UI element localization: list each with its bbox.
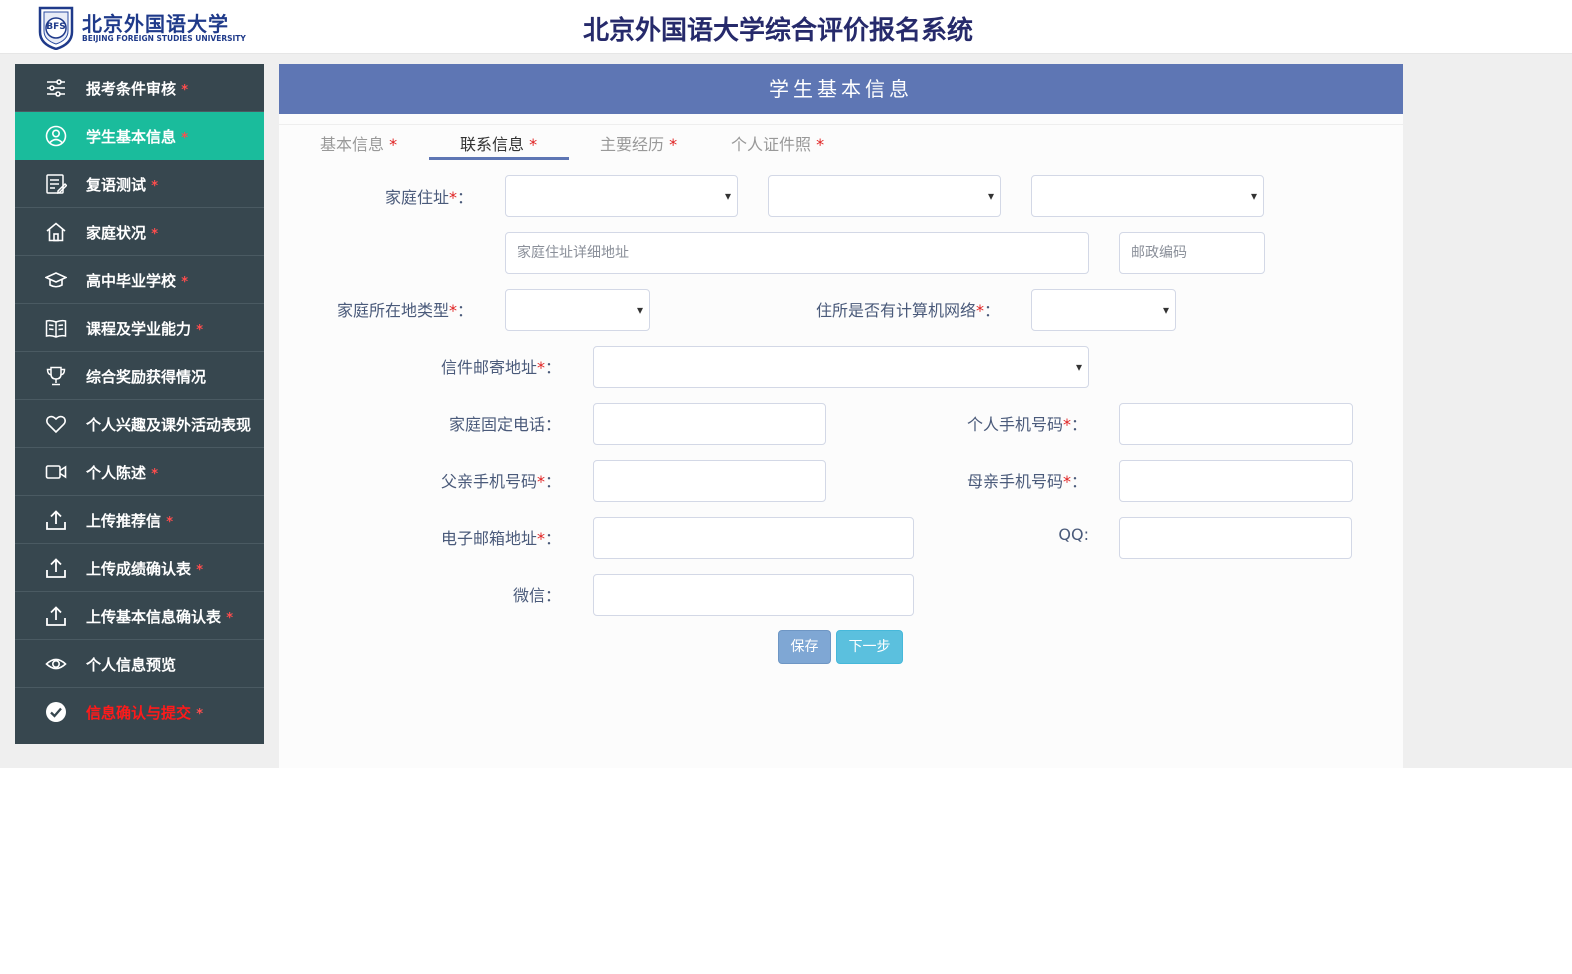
sidebar-item-confirm-submit[interactable]: 信息确认与提交 * (15, 688, 264, 736)
sidebar-item-label: 上传推荐信 * (86, 512, 174, 530)
father-mobile-input[interactable] (593, 460, 826, 502)
home-phone-label: 家庭固定电话： (448, 415, 561, 434)
university-logo[interactable]: BFS 北京外国语大学 BEIJING FOREIGN STUDIES UNIV… (36, 6, 246, 50)
sidebar-item-label: 上传成绩确认表 * (86, 560, 204, 578)
check-circle-icon (46, 702, 66, 722)
logo-english-name: BEIJING FOREIGN STUDIES UNIVERSITY (82, 34, 246, 43)
book-icon (45, 319, 67, 338)
sidebar-item-label: 上传基本信息确认表 * (86, 608, 234, 626)
area-type-select[interactable] (505, 289, 650, 331)
sidebar-item-label: 报考条件审核 * (86, 80, 189, 98)
upload-icon (46, 606, 66, 626)
sidebar-item-label: 个人信息预览 (86, 656, 177, 674)
form-tabs: 基本信息 * 联系信息 * 主要经历 * 个人证件照 * (279, 124, 1403, 162)
mother-mobile-input[interactable] (1119, 460, 1353, 502)
mobile-input[interactable] (1119, 403, 1353, 445)
sidebar-item-label: 个人兴趣及课外活动表现 (86, 416, 252, 434)
home-phone-input[interactable] (593, 403, 826, 445)
sidebar-item-awards[interactable]: 综合奖励获得情况 (15, 352, 264, 400)
home-icon (46, 222, 66, 242)
email-label: 电子邮箱地址*： (440, 529, 561, 548)
sidebar-item-language-test[interactable]: 复语测试 * (15, 160, 264, 208)
app-root: BFS 北京外国语大学 BEIJING FOREIGN STUDIES UNIV… (0, 0, 1572, 974)
sidebar-item-label: 综合奖励获得情况 (86, 368, 207, 386)
logo-chinese-name: 北京外国语大学 (82, 12, 229, 36)
sidebar-item-courses-ability[interactable]: 课程及学业能力 * (15, 304, 264, 352)
email-input[interactable] (593, 517, 914, 559)
province-select[interactable] (505, 175, 738, 217)
sidebar-nav: 报考条件审核 * 学生基本信息 * 复语测试 * 家庭状况 * 高中毕业学校 *… (15, 64, 264, 744)
sidebar-item-family-status[interactable]: 家庭状况 * (15, 208, 264, 256)
next-step-button[interactable]: 下一步 (836, 630, 903, 664)
main-panel: 学生基本信息 基本信息 * 联系信息 * 主要经历 * 个人证件照 * 家庭住址… (279, 64, 1403, 768)
tab-id-photo[interactable]: 个人证件照 * (731, 131, 824, 155)
sliders-icon (47, 79, 65, 97)
upload-icon (46, 558, 66, 578)
sidebar-item-personal-statement[interactable]: 个人陈述 * (15, 448, 264, 496)
sidebar-item-upload-info-confirmation[interactable]: 上传基本信息确认表 * (15, 592, 264, 640)
sidebar-item-high-school[interactable]: 高中毕业学校 * (15, 256, 264, 304)
mail-address-label: 信件邮寄地址*： (440, 358, 561, 377)
mobile-label: 个人手机号码*： (966, 415, 1087, 434)
qq-label: QQ: (1058, 525, 1089, 544)
system-title: 北京外国语大学综合评价报名系统 (583, 16, 974, 46)
active-tab-indicator (429, 157, 569, 160)
sidebar-item-eligibility-review[interactable]: 报考条件审核 * (15, 64, 264, 112)
trophy-icon (46, 366, 66, 386)
user-circle-icon (45, 125, 67, 147)
sidebar-item-label: 信息确认与提交 * (86, 704, 204, 722)
city-select[interactable] (768, 175, 1001, 217)
mother-mobile-label: 母亲手机号码*： (966, 472, 1087, 491)
district-select[interactable] (1031, 175, 1264, 217)
sidebar-item-student-basic-info[interactable]: 学生基本信息 * (15, 112, 264, 160)
area-type-label: 家庭所在地类型*： (336, 301, 473, 320)
sidebar-item-label: 课程及学业能力 * (86, 320, 204, 338)
sidebar-item-label: 复语测试 * (86, 176, 159, 194)
panel-title: 学生基本信息 (279, 64, 1403, 114)
heart-icon (46, 415, 66, 434)
sidebar-item-upload-recommendation[interactable]: 上传推荐信 * (15, 496, 264, 544)
sidebar-item-info-preview[interactable]: 个人信息预览 (15, 640, 264, 688)
tab-contact-info[interactable]: 联系信息 * (460, 131, 537, 155)
wechat-label: 微信： (512, 586, 561, 605)
sidebar-item-upload-score-confirmation[interactable]: 上传成绩确认表 * (15, 544, 264, 592)
edit-document-icon (46, 174, 67, 195)
sidebar-item-label: 个人陈述 * (86, 464, 159, 482)
mail-address-select[interactable] (593, 346, 1089, 388)
sidebar-item-label: 家庭状况 * (86, 224, 159, 242)
logo-badge: BFS (46, 22, 66, 32)
sidebar-item-label: 学生基本信息 * (86, 128, 189, 146)
internet-select[interactable] (1031, 289, 1176, 331)
wechat-input[interactable] (593, 574, 914, 616)
eye-icon (45, 658, 67, 670)
video-icon (45, 465, 67, 479)
qq-input[interactable] (1119, 517, 1352, 559)
internet-label: 住所是否有计算机网络*： (815, 301, 1000, 320)
father-mobile-label: 父亲手机号码*： (440, 472, 561, 491)
graduation-cap-icon (45, 272, 67, 288)
top-header: BFS 北京外国语大学 BEIJING FOREIGN STUDIES UNIV… (0, 0, 1572, 54)
upload-icon (46, 510, 66, 530)
tab-main-experience[interactable]: 主要经历 * (600, 131, 677, 155)
sidebar-item-label: 高中毕业学校 * (86, 272, 189, 290)
save-button[interactable]: 保存 (778, 630, 831, 664)
home-address-label: 家庭住址*： (384, 188, 473, 207)
sidebar-item-interests-activities[interactable]: 个人兴趣及课外活动表现 (15, 400, 264, 448)
postcode-input[interactable]: 邮政编码 (1119, 232, 1265, 274)
tab-basic-info[interactable]: 基本信息 * (320, 131, 397, 155)
address-detail-input[interactable]: 家庭住址详细地址 (505, 232, 1089, 274)
